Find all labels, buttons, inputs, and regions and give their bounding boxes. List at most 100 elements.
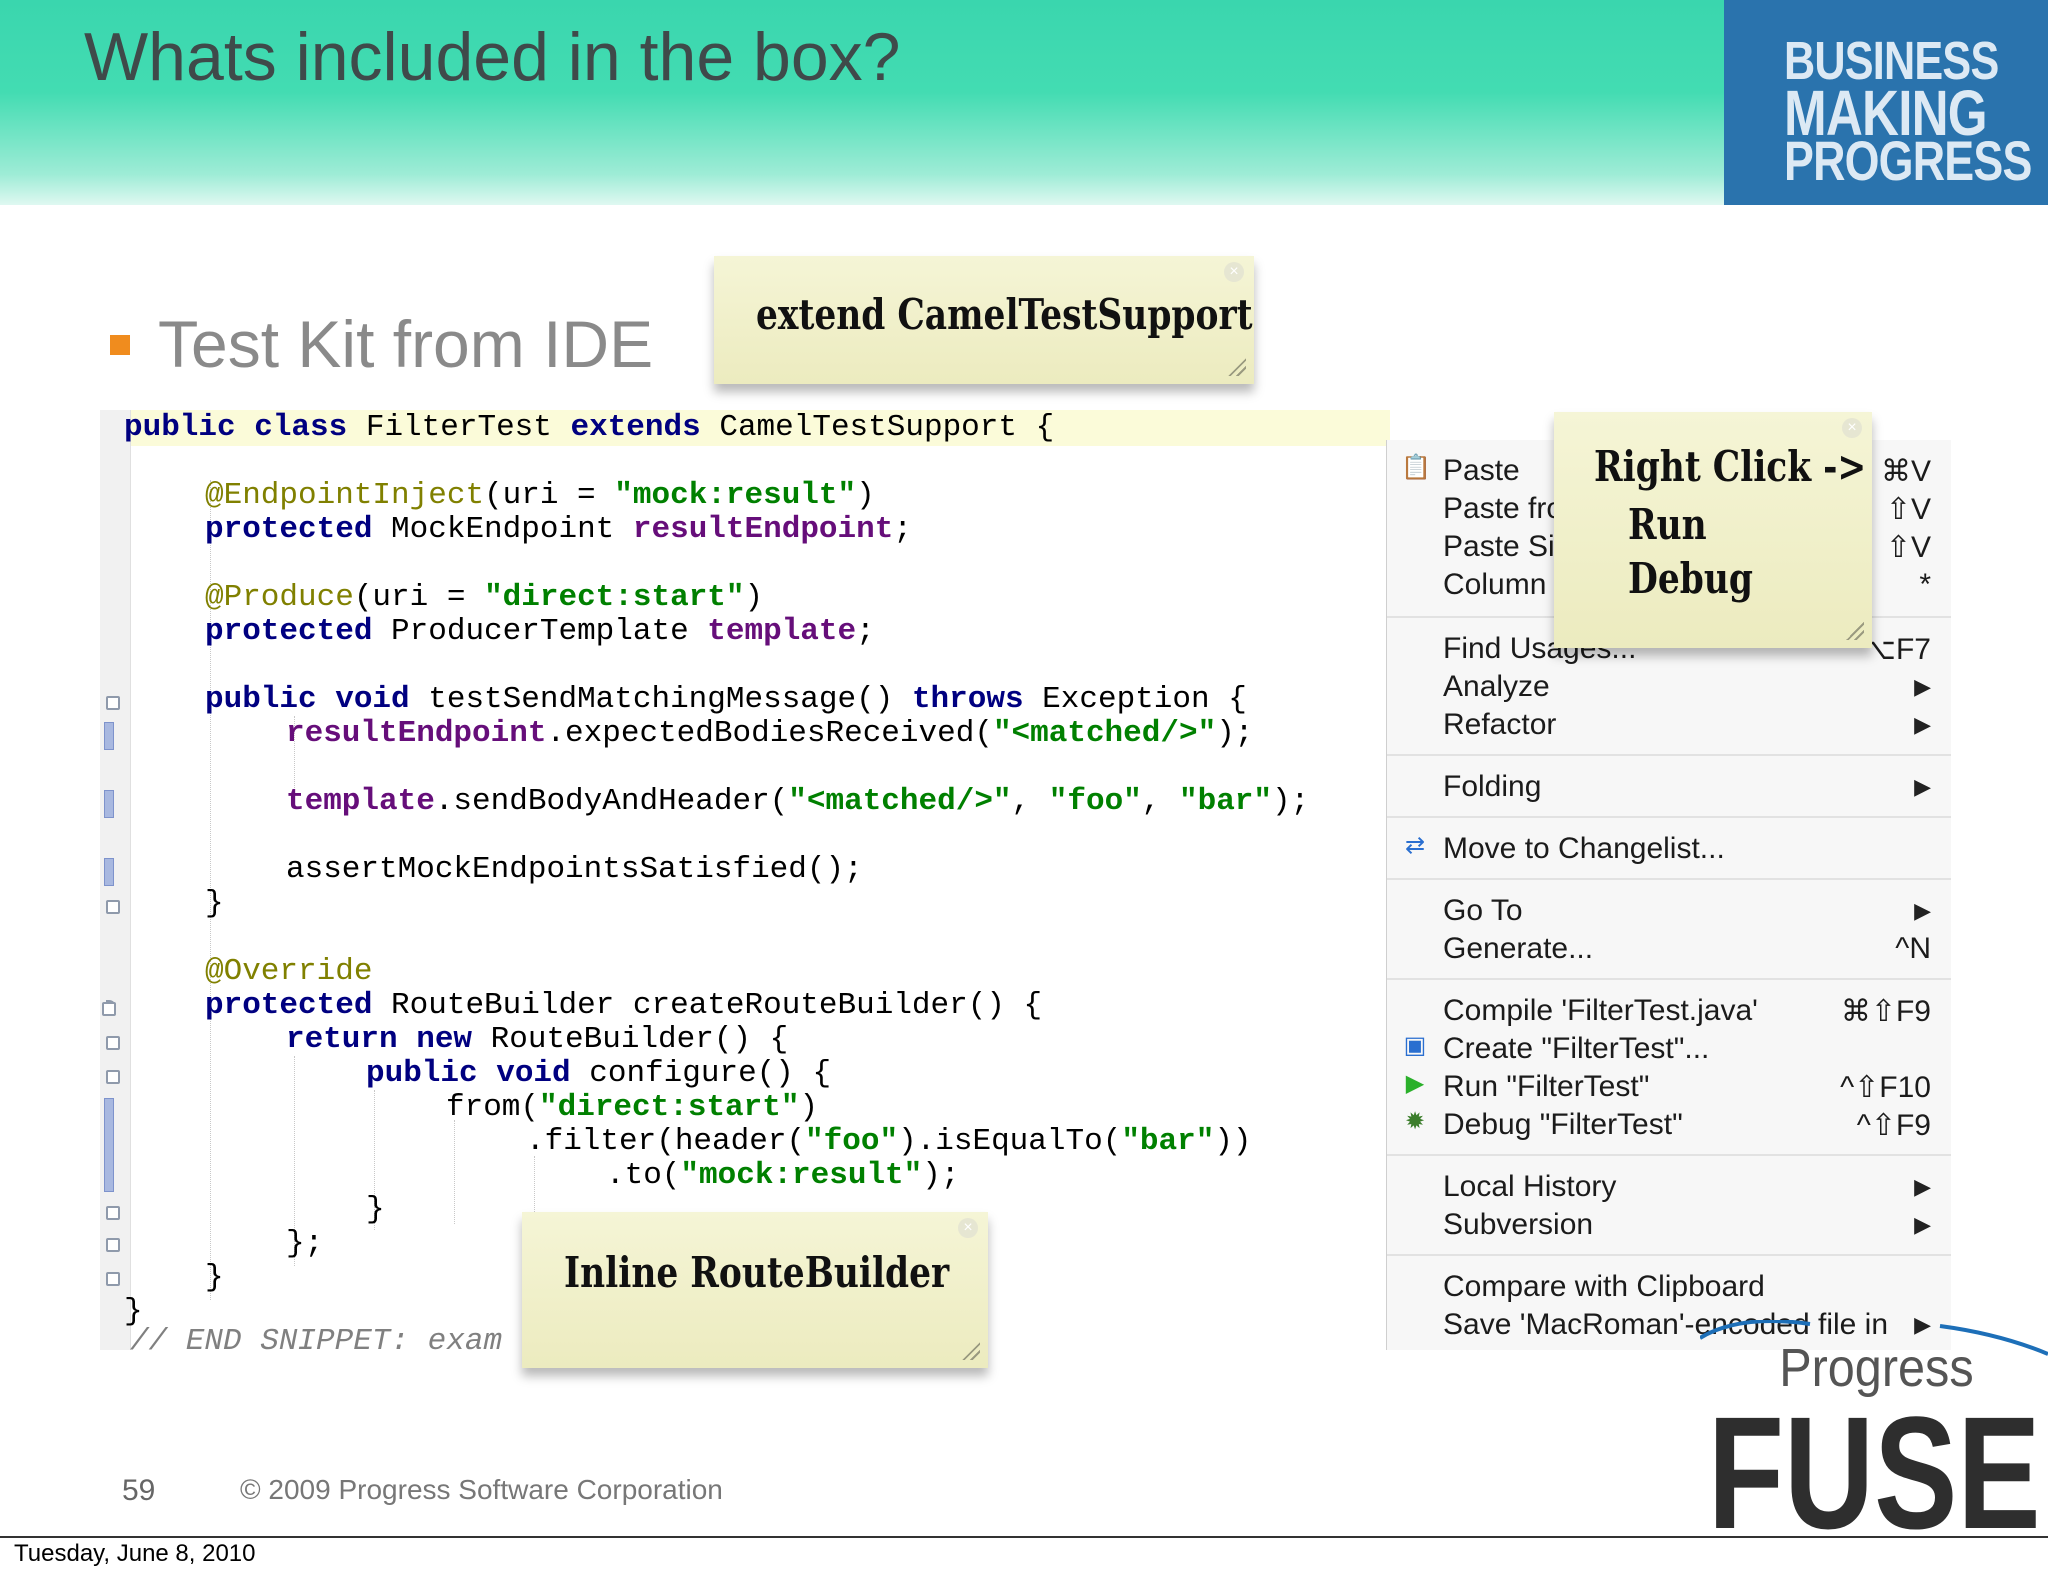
bullet-text: Test Kit from IDE [158,307,654,381]
fold-marker-icon[interactable] [106,1272,120,1286]
code-line[interactable]: return new RouteBuilder() { [286,1022,788,1058]
code-line[interactable]: template.sendBodyAndHeader("<matched/>",… [286,784,1309,820]
code-token: protected [205,512,373,547]
menu-item-label: Run "FilterTest" [1443,1070,1650,1103]
code-line[interactable]: }; [286,1226,323,1262]
code-token: from( [446,1090,540,1125]
resize-grip-icon[interactable] [962,1342,980,1360]
menu-item-shortcut: ⌘⇧F9 [1840,995,1931,1028]
submenu-arrow-icon: ▶ [1914,1212,1931,1237]
code-token: .sendBodyAndHeader( [434,784,789,819]
menu-item-create-config[interactable]: Create "FilterTest"... [1443,1032,1943,1068]
menu-item-label: Move to Changelist... [1443,832,1725,865]
editor-gutter [100,410,131,1350]
indent-guide [454,1120,455,1224]
menu-item-analyze[interactable]: Analyze ▶ [1443,670,1943,706]
submenu-arrow-icon: ▶ [1914,898,1931,923]
code-token: ) [856,478,875,513]
code-line[interactable]: public class FilterTest extends CamelTes… [124,410,1054,446]
code-line[interactable]: resultEndpoint.expectedBodiesReceived("<… [286,716,1253,752]
menu-item-subversion[interactable]: Subversion ▶ [1443,1208,1943,1244]
fold-marker-icon[interactable] [102,1002,116,1016]
menu-item-label: Refactor [1443,708,1557,741]
resize-grip-icon[interactable] [1846,622,1864,640]
code-token: "<matched/>" [788,784,1012,819]
menu-item-shortcut: ⇧V [1885,531,1931,564]
run-config-icon: ▣ [1403,1032,1427,1059]
code-line[interactable]: assertMockEndpointsSatisfied(); [286,852,863,888]
menu-item-generate[interactable]: Generate... ^N [1443,932,1943,968]
code-line[interactable]: protected MockEndpoint resultEndpoint; [205,512,912,548]
sticky-note-inline[interactable]: × Inline RouteBuilder [522,1212,988,1368]
code-token: ; [893,512,912,547]
code-line[interactable]: from("direct:start") [446,1090,818,1126]
code-line[interactable]: @EndpointInject(uri = "mock:result") [205,478,875,514]
brand-line-3: PROGRESS [1784,129,2032,192]
menu-item-local-history[interactable]: Local History ▶ [1443,1170,1943,1206]
menu-item-label: Debug "FilterTest" [1443,1108,1683,1141]
logo-fuse-text: FUSE [1708,1384,2041,1530]
code-line[interactable]: } [205,886,224,922]
submenu-arrow-icon: ▶ [1914,1174,1931,1199]
menu-item-shortcut: ⌘V [1880,455,1931,488]
code-line[interactable]: .to("mock:result"); [606,1158,959,1194]
resize-grip-icon[interactable] [1228,358,1246,376]
code-token: "mock:result" [614,478,857,513]
code-line[interactable]: public void configure() { [366,1056,831,1092]
code-token: MockEndpoint [372,512,633,547]
menu-item-refactor[interactable]: Refactor ▶ [1443,708,1943,744]
code-line[interactable]: public void testSendMatchingMessage() th… [205,682,1247,718]
code-token: "direct:start" [484,580,745,615]
menu-item-label: Local History [1443,1170,1617,1203]
fold-marker-icon[interactable] [106,1238,120,1252]
menu-item-shortcut: ^⇧F9 [1856,1109,1931,1142]
code-line[interactable]: } [205,1260,224,1296]
menu-item-label: Compare with Clipboard [1443,1270,1765,1303]
menu-item-run[interactable]: Run "FilterTest" ^⇧F10 [1443,1070,1943,1106]
code-token: template [286,784,435,819]
menu-item-move-to-changelist[interactable]: Move to Changelist... [1443,832,1943,868]
code-line[interactable]: .filter(header("foo").isEqualTo("bar")) [526,1124,1252,1160]
code-line[interactable]: } [366,1192,385,1228]
change-marker [104,1098,114,1192]
code-token: template [707,614,857,649]
code-token: throws [911,682,1024,717]
close-icon[interactable]: × [958,1218,978,1238]
debug-icon: ✹ [1404,1108,1426,1135]
fold-marker-icon[interactable] [106,1070,120,1084]
menu-item-compare-clipboard[interactable]: Compare with Clipboard [1443,1270,1943,1306]
menu-item-label: Folding [1443,770,1542,803]
code-token: "foo" [1048,784,1142,819]
code-token: @Produce [205,580,354,615]
fold-marker-icon[interactable] [106,1036,120,1050]
footer-date: Tuesday, June 8, 2010 [14,1540,256,1567]
menu-item-debug[interactable]: Debug "FilterTest" ^⇧F9 [1443,1108,1943,1144]
menu-item-label: Create "FilterTest"... [1443,1032,1710,1065]
code-comment[interactable]: // END SNIPPET: exam [130,1324,502,1350]
fold-marker-icon[interactable] [106,696,120,710]
fold-marker-icon[interactable] [106,1206,120,1220]
close-icon[interactable]: × [1224,262,1244,282]
menu-separator [1387,754,1951,756]
code-line[interactable]: protected RouteBuilder createRouteBuilde… [205,988,1042,1024]
fold-marker-icon[interactable] [106,900,120,914]
close-icon[interactable]: × [1842,418,1862,438]
code-token: protected [205,988,373,1023]
code-token: ); [922,1158,960,1193]
menu-item-label: Paste [1443,454,1520,487]
code-token: ) [744,580,764,615]
code-token: return new [286,1022,473,1057]
code-token: CamelTestSupport { [700,410,1055,445]
menu-item-folding[interactable]: Folding ▶ [1443,770,1943,806]
footer-divider [0,1536,2048,1538]
menu-item-shortcut: * [1919,568,1931,601]
code-line[interactable]: protected ProducerTemplate template; [205,614,875,650]
code-line[interactable]: @Override [205,954,372,990]
menu-item-compile[interactable]: Compile 'FilterTest.java' ⌘⇧F9 [1443,994,1943,1030]
code-line[interactable]: @Produce(uri = "direct:start") [205,580,763,616]
slide-title: Whats included in the box? [84,19,901,95]
menu-item-go-to[interactable]: Go To ▶ [1443,894,1943,930]
code-editor[interactable]: public class FilterTest extends CamelTes… [100,410,1390,1350]
sticky-note-extend[interactable]: × extend CamelTestSupport [714,256,1254,384]
sticky-note-right-click[interactable]: × Right Click -> Run Debug [1554,412,1872,648]
